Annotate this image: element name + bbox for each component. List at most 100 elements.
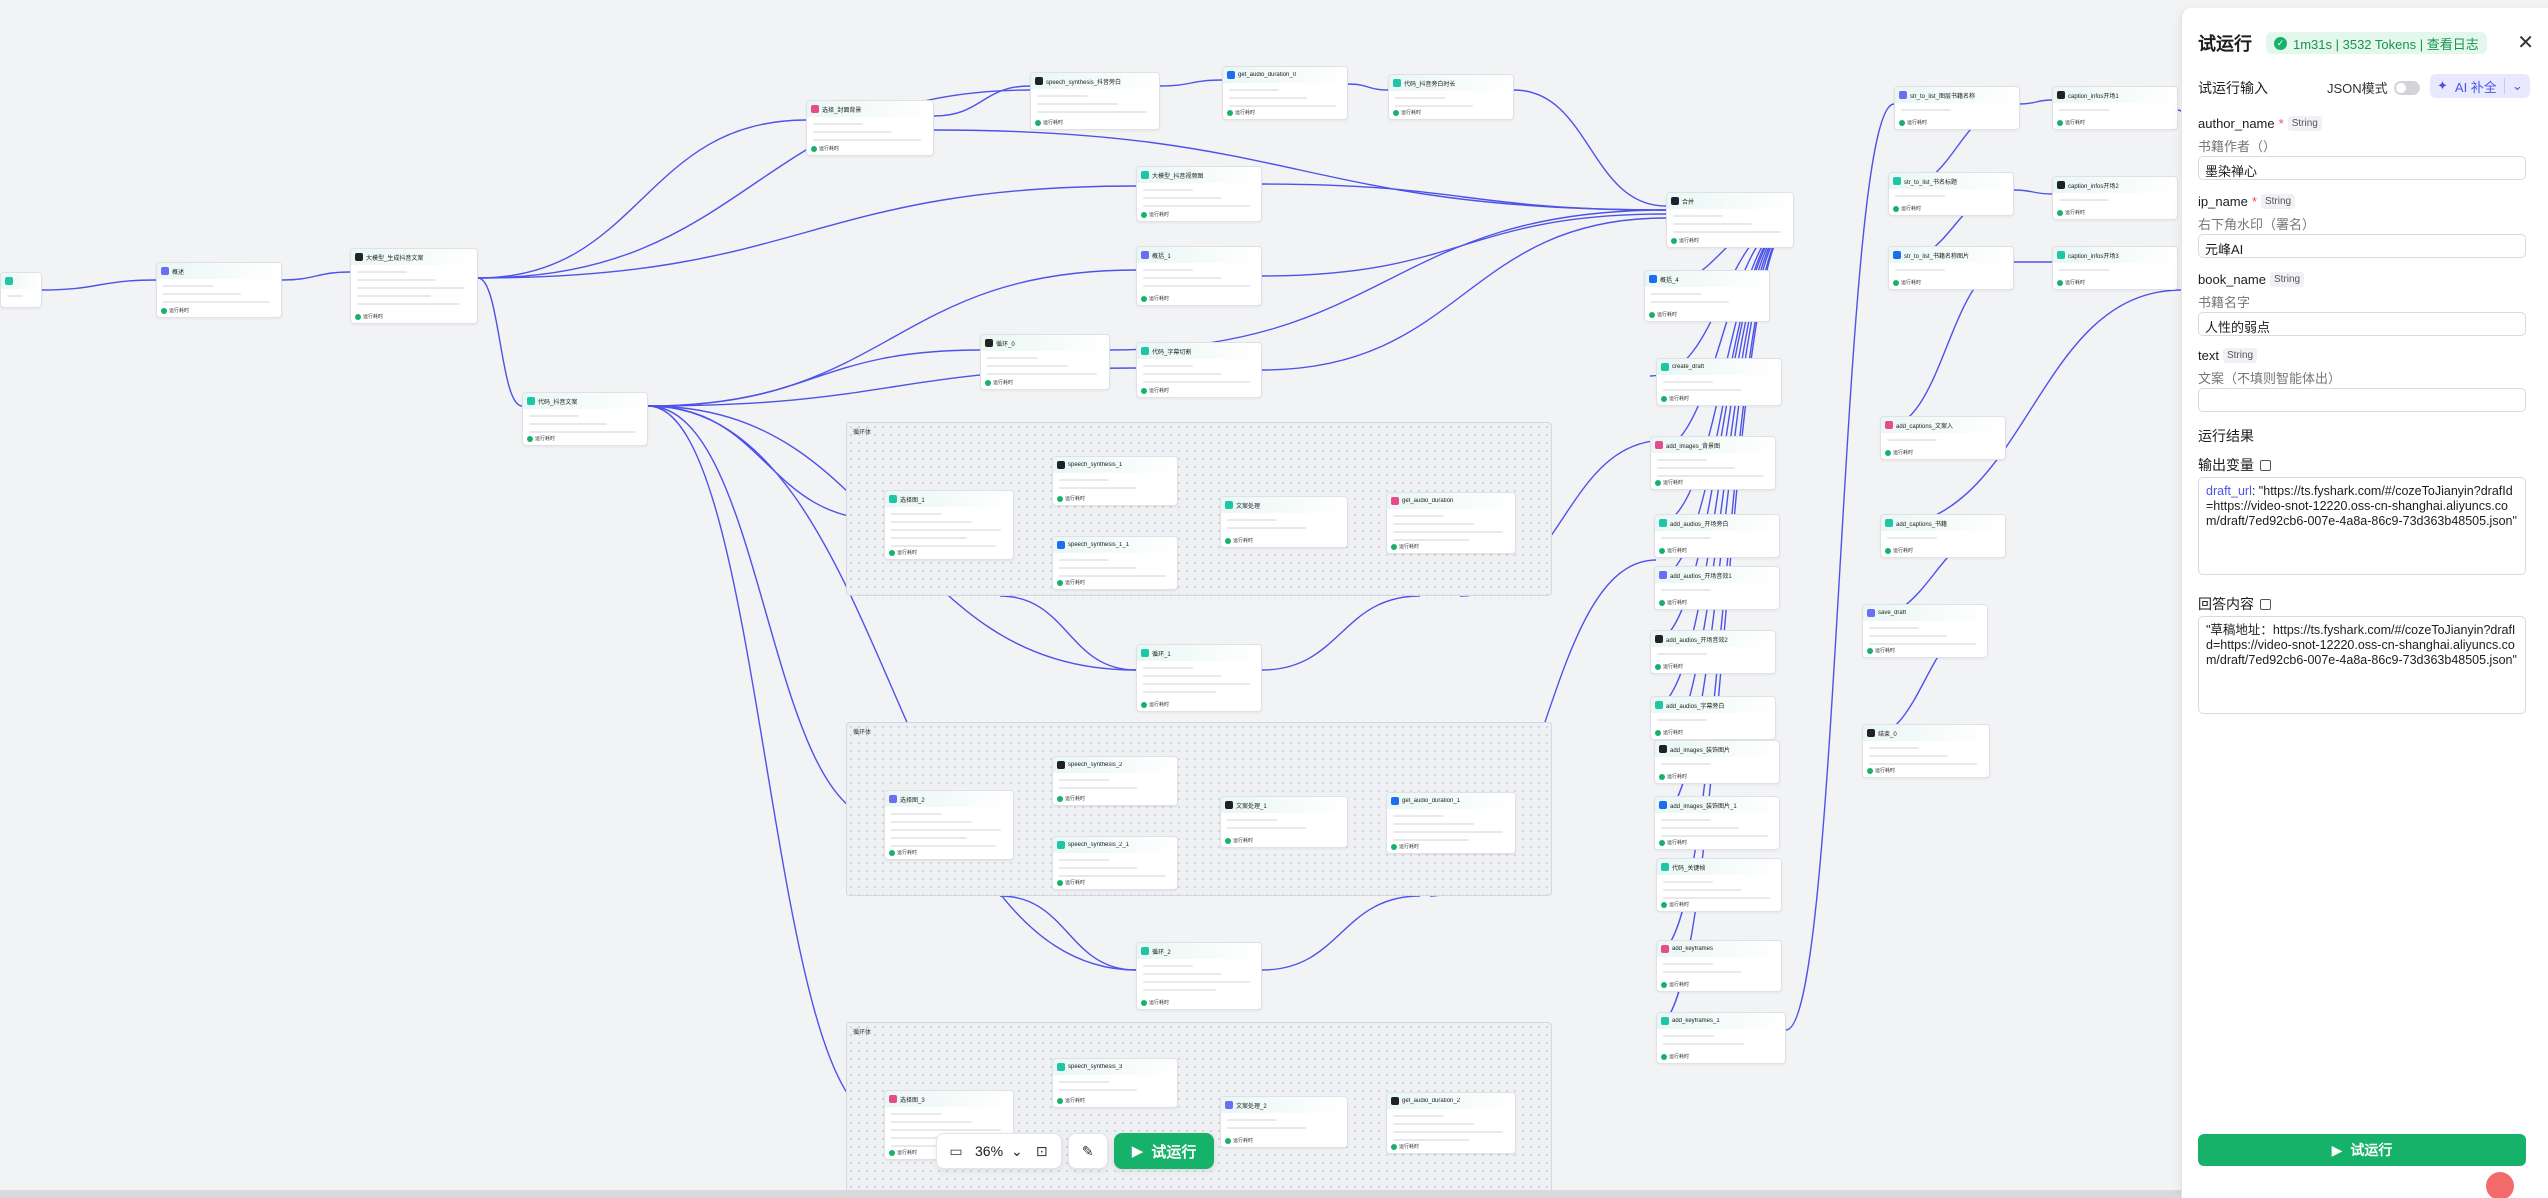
workflow-node[interactable]: add_audios_开场旁白 运行耗时 <box>1654 514 1780 558</box>
workflow-node[interactable]: caption_infos开场2 运行耗时 <box>2052 176 2178 220</box>
workflow-node[interactable]: 文案处理_2 运行耗时 <box>1220 1096 1348 1148</box>
workflow-node[interactable]: add_keyframes 运行耗时 <box>1656 940 1782 992</box>
pan-tool-icon[interactable]: ✎ <box>1077 1140 1099 1162</box>
workflow-node[interactable]: 选择图_1 运行耗时 <box>884 490 1014 560</box>
ip-name-input[interactable]: 元峰AI <box>2198 234 2526 258</box>
workflow-node[interactable]: 代码_抖音文案 运行耗时 <box>522 392 648 446</box>
node-title: add_audios_开场旁白 <box>1670 521 1729 528</box>
workflow-node[interactable]: speech_synthesis_1_1 运行耗时 <box>1052 536 1178 590</box>
workflow-node[interactable]: 概括_1 运行耗时 <box>1136 246 1262 306</box>
canvas-test-run-button[interactable]: ▶ 试运行 <box>1113 1133 1215 1169</box>
node-type-icon <box>1671 197 1679 205</box>
workflow-edges <box>41 79 2190 1121</box>
node-param-row <box>7 295 23 297</box>
workflow-node[interactable]: add_keyframes_1 运行耗时 <box>1656 1012 1786 1064</box>
workflow-node[interactable]: add_captions_书籍 运行耗时 <box>1880 514 2006 558</box>
workflow-node[interactable]: add_captions_文案入 运行耗时 <box>1880 416 2006 460</box>
workflow-node[interactable]: add_images_背景图 运行耗时 <box>1650 436 1776 490</box>
node-type-icon <box>1141 649 1149 657</box>
workflow-node[interactable]: 代码_关键帧 运行耗时 <box>1656 858 1782 912</box>
node-param-row <box>1651 293 1701 295</box>
workflow-node[interactable]: str_to_list_图层书籍名称 运行耗时 <box>1894 86 2020 130</box>
workflow-node[interactable]: 结束_0 运行耗时 <box>1862 724 1990 778</box>
workflow-node[interactable]: add_audios_开场音效2 运行耗时 <box>1650 630 1776 674</box>
node-run-status: 运行耗时 <box>1659 773 1687 780</box>
node-param-row <box>1037 111 1148 113</box>
node-param-row <box>1143 973 1222 975</box>
workflow-node[interactable]: speech_synthesis_2_1 运行耗时 <box>1052 836 1178 890</box>
workflow-node[interactable]: 文案处理 运行耗时 <box>1220 496 1348 548</box>
workflow-node[interactable]: 概括_4 运行耗时 <box>1644 270 1770 322</box>
json-mode-toggle[interactable]: JSON模式 <box>2327 78 2420 97</box>
node-type-icon <box>985 339 993 347</box>
workflow-node[interactable]: save_draft 运行耗时 <box>1862 604 1988 658</box>
workflow-node[interactable]: caption_infos开场3 运行耗时 <box>2052 246 2178 290</box>
panel-test-run-button[interactable]: ▶ 试运行 <box>2198 1134 2526 1166</box>
node-param-row <box>1059 559 1109 561</box>
workflow-node[interactable]: 循环_2 运行耗时 <box>1136 942 1262 1010</box>
copy-icon[interactable] <box>2260 459 2271 471</box>
copy-icon[interactable] <box>2260 598 2271 610</box>
node-param-row <box>1059 575 1166 577</box>
node-param-row <box>891 529 1002 531</box>
workflow-node[interactable]: speech_synthesis_3 运行耗时 <box>1052 1058 1178 1108</box>
workflow-node[interactable]: str_to_list_书籍名称图片 运行耗时 <box>1888 246 2014 290</box>
workflow-node[interactable]: 大模型_生成抖音文案 运行耗时 <box>350 248 478 324</box>
avatar[interactable] <box>2486 1172 2514 1198</box>
workflow-node[interactable]: 概述 运行耗时 <box>156 262 282 318</box>
author-name-input[interactable]: 墨染禅心 <box>2198 156 2526 180</box>
node-param-row <box>1143 381 1250 383</box>
ai-fill-button[interactable]: ✦ AI 补全 ⌄ <box>2430 74 2530 98</box>
workflow-node[interactable]: 文案处理_1 运行耗时 <box>1220 796 1348 848</box>
workflow-node[interactable]: 代码_抖音旁白时长 运行耗时 <box>1388 74 1514 120</box>
workflow-node[interactable]: speech_synthesis_1 运行耗时 <box>1052 456 1178 506</box>
json-mode-switch[interactable] <box>2393 80 2420 95</box>
horizontal-scrollbar[interactable] <box>0 1190 2181 1198</box>
workflow-node[interactable]: 循环_0 运行耗时 <box>980 334 1110 390</box>
book-name-input[interactable]: 人性的弱点 <box>2198 312 2526 336</box>
node-run-status: 运行耗时 <box>2057 209 2085 216</box>
node-title: 循环_1 <box>1152 651 1171 658</box>
workflow-node[interactable]: add_images_装饰图片 运行耗时 <box>1654 740 1780 784</box>
run-status-badge[interactable]: ✓ 1m31s | 3532 Tokens | 查看日志 <box>2266 32 2487 54</box>
workflow-node[interactable]: create_draft 运行耗时 <box>1656 358 1782 406</box>
workflow-node[interactable]: add_audios_开场音效1 运行耗时 <box>1654 566 1780 610</box>
node-type-icon <box>1225 501 1233 509</box>
fit-view-icon[interactable]: ⊡ <box>1031 1140 1053 1162</box>
minimap-icon[interactable]: ▭ <box>945 1140 967 1162</box>
zoom-select[interactable]: 36% ⌄ <box>975 1143 1023 1160</box>
workflow-node[interactable]: get_audio_duration_0 运行耗时 <box>1222 66 1348 120</box>
workflow-node[interactable]: add_images_装饰图片_1 运行耗时 <box>1654 796 1780 850</box>
node-type-icon <box>889 1095 897 1103</box>
node-type-icon <box>527 397 535 405</box>
node-title: 大模型_生成抖音文案 <box>366 255 424 262</box>
node-type-icon <box>1393 79 1401 87</box>
workflow-node[interactable]: get_audio_duration_2 运行耗时 <box>1386 1092 1516 1154</box>
node-run-label: 运行耗时 <box>1065 880 1086 886</box>
node-type-icon <box>1225 1101 1233 1109</box>
workflow-node[interactable]: get_audio_duration_1 运行耗时 <box>1386 792 1516 854</box>
node-param-row <box>1895 269 1945 271</box>
workflow-node[interactable]: caption_infos开场1 运行耗时 <box>2052 86 2178 130</box>
workflow-node[interactable]: str_to_list_书名标题 运行耗时 <box>1888 172 2014 216</box>
close-icon[interactable]: ✕ <box>2517 30 2534 55</box>
workflow-node[interactable]: get_audio_duration 运行耗时 <box>1386 492 1516 554</box>
workflow-node[interactable]: 合并 运行耗时 <box>1666 192 1794 248</box>
workflow-node[interactable]: 大模型_抖音视频图 运行耗时 <box>1136 166 1262 222</box>
node-title: get_audio_duration_2 <box>1402 1098 1461 1104</box>
node-type-icon <box>1867 609 1875 617</box>
success-icon <box>1141 999 1147 1006</box>
workflow-node[interactable]: add_audios_字幕旁白 运行耗时 <box>1650 696 1776 740</box>
text-input[interactable] <box>2198 388 2526 412</box>
node-run-label: 运行耗时 <box>1149 212 1170 218</box>
workflow-node[interactable]: 选择_封面背景 运行耗时 <box>806 100 934 156</box>
chevron-down-icon[interactable]: ⌄ <box>2505 78 2530 94</box>
workflow-node[interactable] <box>0 272 42 308</box>
workflow-canvas[interactable]: 循环体 循环体 循环体 概述 运行耗时 大模型_生成抖音文案 运行耗时 代码_抖音文案 运行耗… <box>0 0 2190 1198</box>
workflow-node[interactable]: speech_synthesis_2 运行耗时 <box>1052 756 1178 806</box>
workflow-node[interactable]: 循环_1 运行耗时 <box>1136 644 1262 712</box>
workflow-node[interactable]: speech_synthesis_抖音旁白 运行耗时 <box>1030 72 1160 130</box>
workflow-node[interactable]: 代码_字幕切割 运行耗时 <box>1136 342 1262 398</box>
node-run-status: 运行耗时 <box>1655 663 1683 670</box>
workflow-node[interactable]: 选择图_2 运行耗时 <box>884 790 1014 860</box>
